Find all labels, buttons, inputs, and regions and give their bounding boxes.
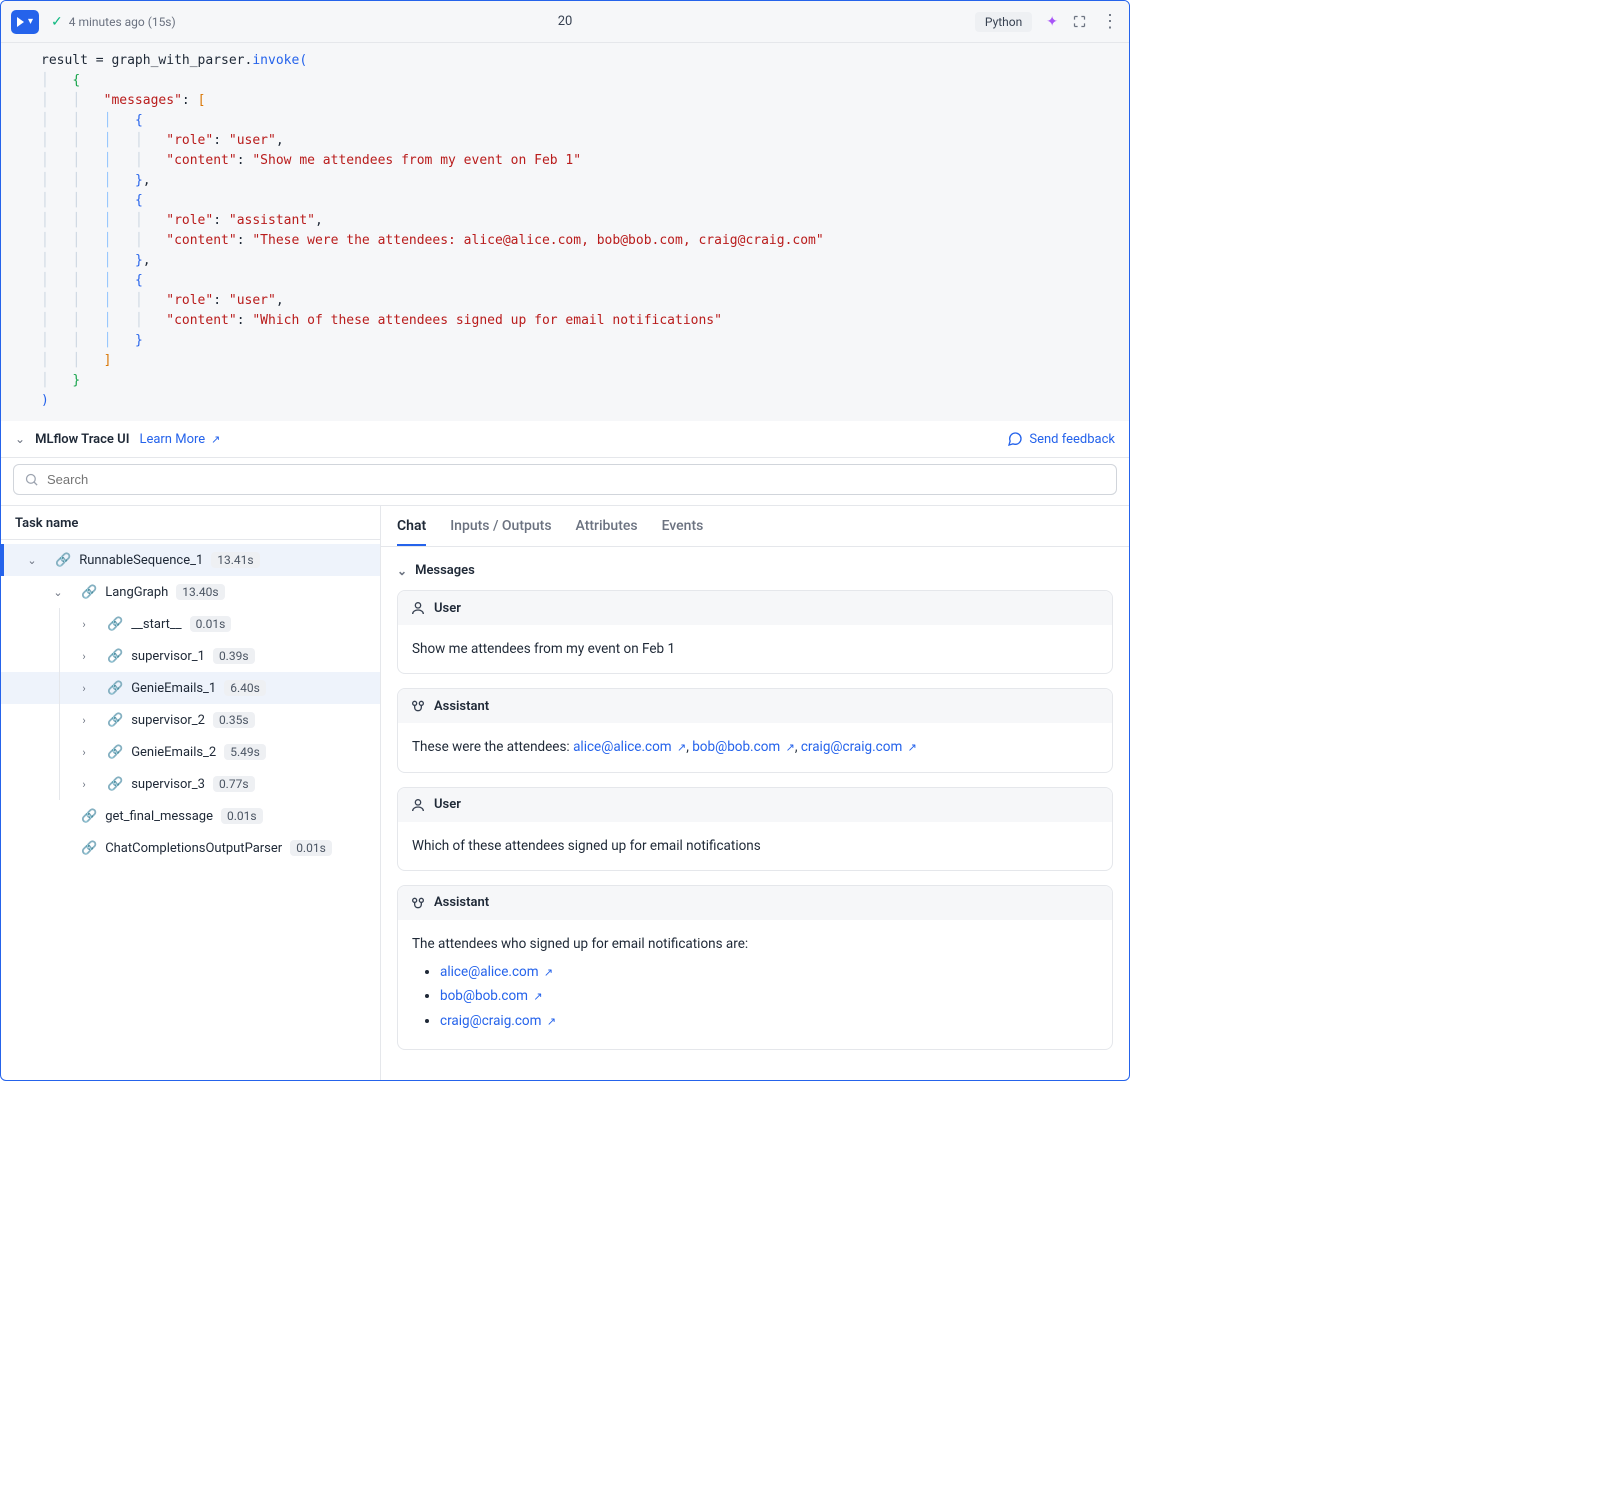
run-button[interactable]: ▾ [11, 10, 39, 34]
message-header: Assistant [398, 886, 1112, 920]
trace-title: MLflow Trace UI [35, 432, 129, 447]
tab-inputs-outputs[interactable]: Inputs / Outputs [450, 506, 551, 546]
message-header: User [398, 788, 1112, 822]
link-icon: 🔗 [81, 585, 97, 600]
chevron-down-icon: ⌄ [25, 554, 39, 567]
search-icon [24, 472, 39, 487]
tab-events[interactable]: Events [662, 506, 704, 546]
message-header: User [398, 591, 1112, 625]
message-header: Assistant [398, 689, 1112, 723]
tree-node[interactable]: › 🔗 supervisor_1 0.39s [1, 640, 380, 672]
trace-header: ⌄ MLflow Trace UI Learn More ↗ Send feed… [1, 421, 1129, 458]
email-link[interactable]: alice@alice.com ↗ [440, 964, 553, 980]
external-link-icon: ↗ [211, 433, 220, 446]
link-icon: 🔗 [55, 553, 71, 568]
user-icon [410, 600, 426, 616]
tree-node[interactable]: › 🔗 GenieEmails_2 5.49s [1, 736, 380, 768]
chevron-right-icon: › [77, 714, 91, 727]
search-input[interactable] [47, 472, 1106, 487]
code-token: result [41, 53, 88, 68]
tree-node[interactable]: ⌄ 🔗 LangGraph 13.40s [1, 576, 380, 608]
chevron-down-icon: ⌄ [397, 564, 407, 578]
email-link[interactable]: alice@alice.com ↗ [573, 739, 686, 755]
tree-node[interactable]: › 🔗 supervisor_3 0.77s [1, 768, 380, 800]
link-icon: 🔗 [107, 777, 123, 792]
message-card-assistant: Assistant The attendees who signed up fo… [397, 885, 1113, 1050]
tree-panel: Task name ⌄ 🔗 RunnableSequence_1 13.41s … [1, 506, 381, 1080]
email-link[interactable]: bob@bob.com ↗ [440, 988, 543, 1004]
search-wrap [1, 458, 1129, 505]
tab-attributes[interactable]: Attributes [576, 506, 638, 546]
chevron-right-icon: › [77, 650, 91, 663]
email-link[interactable]: craig@craig.com ↗ [801, 739, 917, 755]
user-icon [410, 797, 426, 813]
cell-toolbar: ▾ ✓ 4 minutes ago (15s) 20 Python ✦ ⋮ [1, 1, 1129, 43]
check-icon: ✓ [51, 14, 63, 30]
right-tools: Python ✦ ⋮ [975, 12, 1119, 32]
link-icon: 🔗 [81, 841, 97, 856]
run-meta: 4 minutes ago (15s) [69, 15, 176, 29]
speech-bubble-icon [1007, 431, 1023, 447]
chevron-right-icon: › [77, 618, 91, 631]
chevron-down-icon: ▾ [28, 16, 33, 27]
message-card-user: User Which of these attendees signed up … [397, 787, 1113, 871]
tabs: Chat Inputs / Outputs Attributes Events [381, 506, 1129, 547]
external-link-icon: ↗ [544, 966, 553, 979]
link-icon: 🔗 [107, 681, 123, 696]
external-link-icon: ↗ [677, 741, 686, 754]
email-link[interactable]: craig@craig.com ↗ [440, 1013, 556, 1029]
more-icon[interactable]: ⋮ [1101, 13, 1119, 31]
learn-more-link[interactable]: Learn More ↗ [139, 432, 220, 447]
messages-heading[interactable]: ⌄ Messages [397, 563, 1113, 578]
assistant-icon [410, 698, 426, 714]
external-link-icon: ↗ [908, 741, 917, 754]
email-link[interactable]: bob@bob.com ↗ [692, 739, 795, 755]
message-body: Which of these attendees signed up for e… [398, 822, 1112, 870]
external-link-icon: ↗ [533, 990, 542, 1003]
message-body: These were the attendees: alice@alice.co… [398, 723, 1112, 771]
tree-node-root[interactable]: ⌄ 🔗 RunnableSequence_1 13.41s [1, 544, 380, 576]
task-name-header: Task name [1, 506, 380, 540]
send-feedback-link[interactable]: Send feedback [1007, 431, 1115, 447]
play-icon [17, 17, 24, 27]
message-body: The attendees who signed up for email no… [398, 920, 1112, 1049]
link-icon: 🔗 [107, 713, 123, 728]
tree-node[interactable]: › 🔗 supervisor_2 0.35s [1, 704, 380, 736]
chevron-down-icon[interactable]: ⌄ [15, 432, 25, 446]
notebook-cell: ▾ ✓ 4 minutes ago (15s) 20 Python ✦ ⋮ re… [0, 0, 1130, 1081]
messages-section: ⌄ Messages User Show me attendees from m… [381, 547, 1129, 1080]
link-icon: 🔗 [107, 649, 123, 664]
link-icon: 🔗 [107, 745, 123, 760]
code-editor[interactable]: result = graph_with_parser.invoke( │ { │… [1, 43, 1129, 421]
message-body: Show me attendees from my event on Feb 1 [398, 625, 1112, 673]
chevron-right-icon: › [77, 746, 91, 759]
cell-number: 20 [558, 14, 573, 29]
search-box[interactable] [13, 464, 1117, 495]
task-tree: ⌄ 🔗 RunnableSequence_1 13.41s ⌄ 🔗 LangGr… [1, 540, 380, 868]
sparkle-icon[interactable]: ✦ [1046, 14, 1058, 30]
language-pill[interactable]: Python [975, 12, 1032, 32]
tree-node-highlighted[interactable]: › 🔗 GenieEmails_1 6.40s [1, 672, 380, 704]
tree-node[interactable]: › 🔗 __start__ 0.01s [1, 608, 380, 640]
external-link-icon: ↗ [786, 741, 795, 754]
tree-node[interactable]: 🔗 ChatCompletionsOutputParser 0.01s [1, 832, 380, 864]
expand-icon[interactable] [1072, 14, 1087, 29]
chevron-right-icon: › [77, 682, 91, 695]
trace-body: Task name ⌄ 🔗 RunnableSequence_1 13.41s … [1, 505, 1129, 1080]
message-card-user: User Show me attendees from my event on … [397, 590, 1113, 674]
tree-node[interactable]: 🔗 get_final_message 0.01s [1, 800, 380, 832]
tab-chat[interactable]: Chat [397, 506, 426, 546]
chevron-down-icon: ⌄ [51, 586, 65, 599]
assistant-icon [410, 895, 426, 911]
message-card-assistant: Assistant These were the attendees: alic… [397, 688, 1113, 772]
chevron-right-icon: › [77, 778, 91, 791]
link-icon: 🔗 [107, 617, 123, 632]
link-icon: 🔗 [81, 809, 97, 824]
content-panel: Chat Inputs / Outputs Attributes Events … [381, 506, 1129, 1080]
external-link-icon: ↗ [547, 1015, 556, 1028]
